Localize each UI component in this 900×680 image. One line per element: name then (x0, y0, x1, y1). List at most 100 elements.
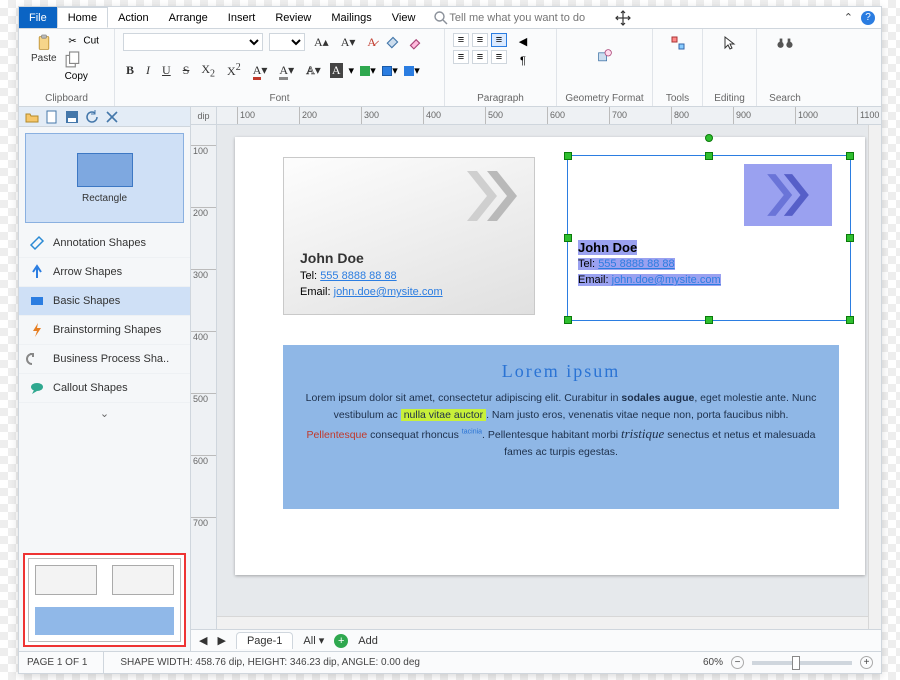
paste-button[interactable]: Paste (27, 33, 61, 82)
clear-format-icon[interactable]: A̷ (364, 35, 379, 50)
bold-button[interactable]: B (123, 63, 137, 78)
eraser-icon[interactable] (407, 34, 423, 50)
geometry-format-button[interactable] (565, 33, 644, 79)
tools-icon (670, 35, 686, 51)
search-button[interactable] (765, 33, 805, 53)
resize-handle-se[interactable] (846, 316, 854, 324)
highlight-button[interactable]: A▾ (276, 63, 297, 78)
sidebar-item-arrow[interactable]: Arrow Shapes (19, 258, 190, 287)
tab-all[interactable]: All ▾ (303, 634, 324, 647)
scrollbar-horizontal[interactable] (217, 616, 868, 629)
folder-icon[interactable] (25, 110, 39, 124)
resize-handle-w[interactable] (564, 234, 572, 242)
lorem-box[interactable]: Lorem ipsum Lorem ipsum dolor sit amet, … (283, 345, 839, 509)
font-family-select[interactable] (123, 33, 263, 51)
superscript-button[interactable]: X2 (224, 62, 244, 79)
status-zoom: 60% (695, 657, 731, 668)
zoom-slider[interactable] (752, 661, 852, 665)
ribbon-geometry: Geometry Format (557, 29, 653, 106)
tools-button[interactable] (661, 33, 694, 53)
font-size-select[interactable] (269, 33, 305, 51)
scrollbar-vertical[interactable] (868, 125, 881, 629)
menu-file[interactable]: File (19, 7, 57, 28)
sidebar-item-callout[interactable]: Callout Shapes (19, 374, 190, 403)
next-page-icon[interactable]: ▶ (217, 634, 225, 647)
align-tr-button[interactable]: ≡ (491, 33, 507, 47)
sidebar-item-basic[interactable]: Basic Shapes (19, 287, 190, 316)
align-mr-button[interactable]: ≡ (491, 50, 507, 64)
chevron-down-icon[interactable]: ⌄ (19, 403, 190, 424)
strike-button[interactable]: S (180, 63, 193, 78)
resize-handle-ne[interactable] (846, 152, 854, 160)
align-tl-button[interactable]: ≡ (453, 33, 469, 47)
editing-button[interactable] (711, 33, 748, 53)
align-mc-button[interactable]: ≡ (472, 50, 488, 64)
menu-tab-home[interactable]: Home (57, 7, 108, 28)
tab-page1[interactable]: Page-1 (236, 632, 293, 649)
menu-tab-view[interactable]: View (382, 7, 426, 28)
sidebar-item-brainstorm[interactable]: Brainstorming Shapes (19, 316, 190, 345)
shrink-font-icon[interactable]: A▾ (338, 35, 359, 50)
add-page-icon[interactable]: + (334, 634, 348, 648)
sidebar: Rectangle Annotation Shapes Arrow Shapes… (19, 107, 191, 651)
pilcrow-icon[interactable]: ¶ (515, 53, 531, 69)
new-doc-icon[interactable] (45, 110, 59, 124)
indent-left-icon[interactable]: ◀ (515, 33, 531, 49)
format-painter-icon[interactable] (385, 34, 401, 50)
fill-color-button[interactable]: ▾ (360, 63, 376, 79)
bolt-icon (29, 322, 45, 338)
page[interactable]: John Doe Tel: 555 8888 88 88 Email: john… (235, 137, 865, 575)
card2-email: Email: john.doe@mysite.com (578, 274, 721, 286)
business-card-left[interactable]: John Doe Tel: 555 8888 88 88 Email: john… (283, 157, 535, 315)
zoom-thumb[interactable] (792, 656, 800, 670)
resize-handle-nw[interactable] (564, 152, 572, 160)
selected-shape[interactable]: John Doe Tel: 555 8888 88 88 Email: john… (567, 155, 851, 321)
italic-button[interactable]: I (143, 63, 153, 78)
text-case-button[interactable]: A (330, 63, 343, 78)
resize-handle-s[interactable] (705, 316, 713, 324)
resize-handle-e[interactable] (846, 234, 854, 242)
line-color-button[interactable]: ▾ (382, 63, 398, 79)
tell-me-search[interactable] (433, 10, 609, 26)
menu-tab-review[interactable]: Review (265, 7, 321, 28)
refresh-icon[interactable] (85, 110, 99, 124)
help-icon[interactable]: ? (861, 11, 875, 25)
page-thumbnail[interactable] (23, 553, 186, 647)
menu-tab-insert[interactable]: Insert (218, 7, 266, 28)
shape-style-button[interactable]: ▾ (404, 63, 420, 79)
text-outline-button[interactable]: A▾ (303, 63, 324, 78)
sidebar-item-process[interactable]: Business Process Sha.. (19, 345, 190, 374)
tools-label: Tools (661, 93, 694, 104)
menu-tab-arrange[interactable]: Arrange (159, 7, 218, 28)
add-page-label[interactable]: Add (358, 635, 378, 647)
grow-font-icon[interactable]: A▴ (311, 35, 332, 50)
status-shape: SHAPE WIDTH: 458.76 dip, HEIGHT: 346.23 … (112, 657, 428, 668)
sidebar-item-annotation[interactable]: Annotation Shapes (19, 229, 190, 258)
rotate-handle[interactable] (705, 134, 713, 142)
tell-me-input[interactable] (449, 12, 609, 24)
lorem-title: Lorem ipsum (303, 361, 819, 382)
resize-handle-n[interactable] (705, 152, 713, 160)
prev-page-icon[interactable]: ◀ (199, 634, 207, 647)
collapse-ribbon-icon[interactable]: ⌃ (844, 11, 853, 24)
chevron-logo-icon (462, 166, 522, 229)
cut-button[interactable]: ✂ Cut (65, 33, 106, 49)
shape-preview[interactable]: Rectangle (25, 133, 184, 223)
search-group-label: Search (765, 93, 805, 104)
font-color-button[interactable]: A▾ (250, 63, 271, 78)
menu-tab-action[interactable]: Action (108, 7, 159, 28)
underline-button[interactable]: U (159, 63, 174, 78)
menu-tab-mailings[interactable]: Mailings (321, 7, 381, 28)
ribbon-clipboard: Paste ✂ Cut Copy Clipboard (19, 29, 115, 106)
zoom-in-icon[interactable]: + (860, 656, 873, 669)
move-icon[interactable] (615, 10, 631, 26)
close-icon[interactable] (105, 110, 119, 124)
save-icon[interactable] (65, 110, 79, 124)
align-ml-button[interactable]: ≡ (453, 50, 469, 64)
subscript-button[interactable]: X2 (198, 62, 218, 79)
copy-button[interactable]: Copy (65, 52, 106, 82)
canvas[interactable]: John Doe Tel: 555 8888 88 88 Email: john… (217, 125, 881, 629)
align-tc-button[interactable]: ≡ (472, 33, 488, 47)
zoom-out-icon[interactable]: − (731, 656, 744, 669)
resize-handle-sw[interactable] (564, 316, 572, 324)
